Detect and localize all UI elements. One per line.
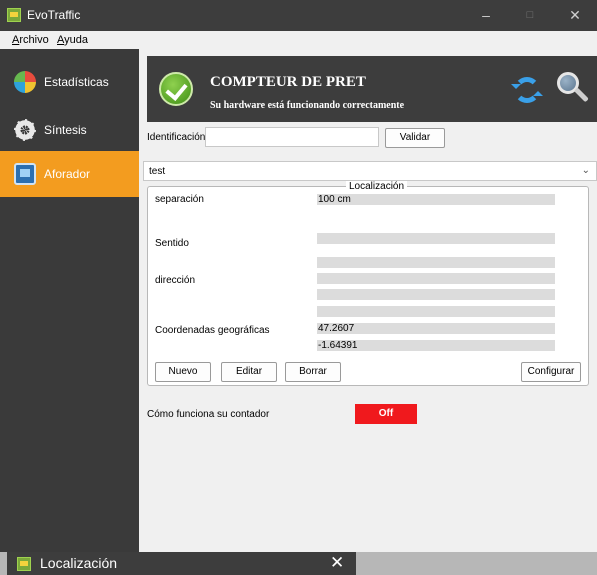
identification-label: Identificación <box>147 132 206 143</box>
direction-field <box>317 233 555 244</box>
address-field-1 <box>317 257 555 268</box>
longitude-field: -1.64391 <box>317 340 555 351</box>
operation-label: Cómo funciona su contador <box>147 409 270 420</box>
menu-ayuda-label: yuda <box>64 34 88 46</box>
location-group: Localización separación 100 cm Sentido d… <box>147 181 589 386</box>
address-field-3 <box>317 289 555 300</box>
coordinates-label: Coordenadas geográficas <box>155 325 270 336</box>
delete-button[interactable]: Borrar <box>285 362 341 382</box>
address-label: dirección <box>155 275 196 286</box>
sidebar: Estadísticas Síntesis Aforador <box>0 49 139 568</box>
device-status: Su hardware está funcionando correctamen… <box>210 100 405 111</box>
counter-select-value: test <box>149 166 166 177</box>
refresh-icon[interactable] <box>511 77 543 103</box>
latitude-field: 47.2607 <box>317 323 555 334</box>
address-field-4 <box>317 306 555 317</box>
sidebar-item-label: Síntesis <box>44 123 87 137</box>
menu-ayuda[interactable]: Ayuda <box>57 34 88 46</box>
counter-icon <box>14 163 36 185</box>
address-field-2 <box>317 273 555 284</box>
validate-button[interactable]: Validar <box>385 128 445 148</box>
check-circle-icon <box>159 72 193 106</box>
sidebar-item-aforador[interactable]: Aforador <box>0 151 139 197</box>
edit-button[interactable]: Editar <box>221 362 277 382</box>
app-window: EvoTraffic – □ ✕ Archivo Ayuda Estadísti… <box>0 0 597 575</box>
popup-title: Localización <box>40 555 118 571</box>
sidebar-item-label: Estadísticas <box>44 75 109 89</box>
device-title: COMPTEUR DE PRET <box>210 74 366 90</box>
window-title: EvoTraffic <box>27 8 81 22</box>
menu-archivo-label: rchivo <box>19 34 49 46</box>
minimize-button[interactable]: – <box>464 0 508 31</box>
menu-bar: Archivo Ayuda <box>0 31 597 49</box>
menu-archivo[interactable]: Archivo <box>12 34 49 46</box>
close-button[interactable]: ✕ <box>553 0 597 31</box>
chevron-down-icon[interactable]: ⌄ <box>582 165 590 176</box>
status-header: COMPTEUR DE PRET Su hardware está funcio… <box>147 56 597 122</box>
separation-field: 100 cm <box>317 194 555 205</box>
pie-chart-icon <box>14 71 36 93</box>
sidebar-item-label: Aforador <box>44 167 91 181</box>
separation-label: separación <box>155 194 204 205</box>
power-toggle-button[interactable]: Off <box>355 404 417 424</box>
location-group-title: Localización <box>346 181 408 192</box>
direction-label: Sentido <box>155 238 189 249</box>
app-logo-icon <box>17 557 31 571</box>
sidebar-item-sintesis[interactable]: Síntesis <box>0 107 139 155</box>
popup-title-bar[interactable]: Localización ✕ <box>7 552 356 575</box>
configure-button[interactable]: Configurar <box>521 362 581 382</box>
identification-input[interactable] <box>205 127 379 147</box>
maximize-button[interactable]: □ <box>508 0 552 31</box>
popup-close-button[interactable]: ✕ <box>330 553 344 573</box>
app-logo-icon <box>7 8 21 22</box>
search-handle <box>574 87 589 103</box>
sidebar-item-estadisticas[interactable]: Estadísticas <box>0 59 139 107</box>
search-icon[interactable] <box>555 70 589 108</box>
new-button[interactable]: Nuevo <box>155 362 211 382</box>
counter-select[interactable]: test ⌄ <box>143 161 597 181</box>
title-bar: EvoTraffic – □ ✕ <box>0 0 597 31</box>
gear-icon <box>14 119 36 141</box>
